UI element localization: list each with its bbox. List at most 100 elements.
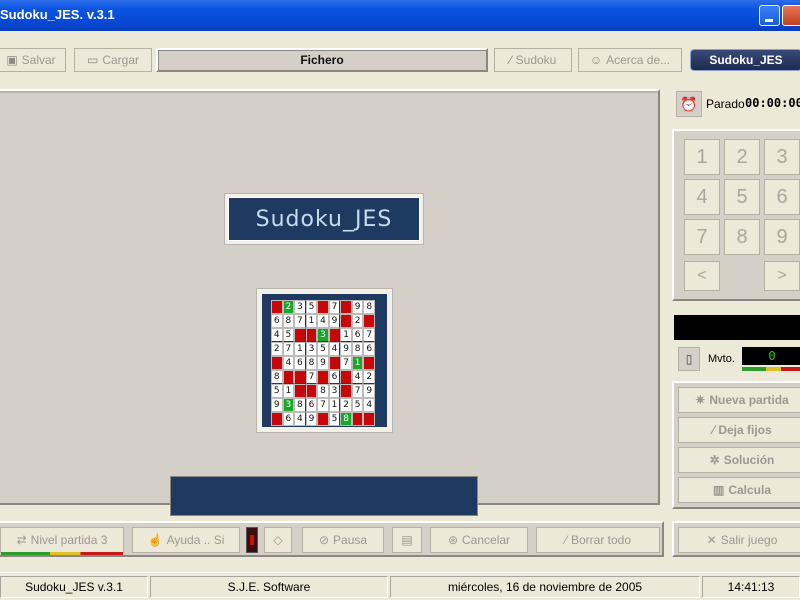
number-key-7[interactable]: 7: [684, 219, 720, 255]
arrows-icon: ⇄: [16, 533, 27, 547]
about-button[interactable]: ☺ Acerca de...: [578, 48, 682, 72]
number-key-6[interactable]: 6: [764, 179, 800, 215]
sudoku-cell: 7: [282, 342, 295, 356]
keep-fixed-label: Deja fijos: [718, 423, 772, 437]
clear-all-button[interactable]: ⁄ Borrar todo: [536, 527, 660, 553]
save-button[interactable]: ▣ Salvar: [0, 48, 66, 72]
sudoku-cell: 8: [351, 342, 364, 356]
sudoku-cell: 5: [328, 412, 341, 426]
sudoku-cell: 4: [294, 412, 306, 426]
number-key-8[interactable]: 8: [724, 219, 760, 255]
minimize-button[interactable]: [759, 5, 780, 26]
sudoku-cell: 9: [271, 398, 283, 412]
sudoku-cell: 9: [363, 384, 375, 398]
sudoku-cell: 9: [305, 412, 318, 426]
sudoku-cell: 8: [305, 356, 318, 370]
sudoku-cell: 7: [363, 328, 375, 342]
help-button[interactable]: ☝ Ayuda .. Si: [132, 527, 240, 553]
sudoku-cell: 4: [351, 370, 364, 384]
cancel-button[interactable]: ⊛ Cancelar: [430, 527, 528, 553]
print-button[interactable]: ▤: [392, 527, 422, 553]
timer-value: 00:00:00: [745, 96, 800, 110]
pause-label: Pausa: [333, 533, 368, 547]
sudoku-cell: 9: [340, 342, 352, 356]
sudoku-cell: [328, 328, 341, 342]
sudoku-cell: 5: [305, 300, 318, 314]
board-panel: Sudoku_JES 23579868714924531672713549864…: [0, 89, 660, 516]
exit-panel: ✕ Salir juego: [672, 521, 800, 557]
tag-button[interactable]: ◇: [264, 527, 292, 553]
sudoku-cell: [294, 370, 306, 384]
no-icon: ⊘: [318, 533, 330, 547]
exit-game-button[interactable]: ✕ Salir juego: [678, 527, 800, 553]
sudoku-cell: 4: [317, 314, 329, 328]
sudoku-preview-frame: 2357986871492453167271354986468971876425…: [256, 288, 393, 433]
title-bar: Sudoku_JES. v.3.1: [0, 0, 800, 31]
sudoku-cell: 5: [282, 328, 295, 342]
sudoku-cell: 3: [305, 342, 318, 356]
number-key-3[interactable]: 3: [764, 139, 800, 175]
sudoku-cell: 7: [294, 314, 306, 328]
new-game-label: Nueva partida: [709, 393, 789, 407]
number-key-2[interactable]: 2: [724, 139, 760, 175]
calculate-button[interactable]: ▥ Calcula: [678, 477, 800, 503]
sudoku-cell: 8: [340, 412, 352, 426]
number-key-1[interactable]: 1: [684, 139, 720, 175]
sudoku-cell: 8: [271, 370, 283, 384]
close-button[interactable]: [782, 5, 800, 26]
sudoku-button[interactable]: ⁄ Sudoku: [494, 48, 572, 72]
next-button[interactable]: >: [764, 261, 800, 291]
actions-panel: ✷ Nueva partida ⁄ Deja fijos ✲ Solución …: [672, 381, 800, 509]
timer-panel: ⏰ Parado 00:00:00: [672, 89, 800, 119]
status-company: S.J.E. Software: [150, 576, 388, 598]
status-date: miércoles, 16 de noviembre de 2005: [390, 576, 700, 598]
sudoku-cell: 7: [340, 356, 352, 370]
prev-button[interactable]: <: [684, 261, 720, 291]
number-key-5[interactable]: 5: [724, 179, 760, 215]
sudoku-cell: 5: [317, 342, 329, 356]
gear-icon: ✲: [709, 453, 720, 467]
number-key-9[interactable]: 9: [764, 219, 800, 255]
floppy-icon: ▣: [6, 53, 18, 67]
moves-indicator: [742, 367, 800, 371]
level-button[interactable]: ⇄ Nivel partida 3: [0, 527, 124, 555]
sudoku-preview: 2357986871492453167271354986468971876425…: [262, 294, 387, 427]
sudoku-cell: 6: [294, 356, 306, 370]
sudoku-cell: [340, 370, 352, 384]
status-app: Sudoku_JES v.3.1: [0, 576, 148, 598]
sudoku-cell: 1: [340, 328, 352, 342]
sudoku-cell: 2: [282, 300, 295, 314]
sudoku-cell: 6: [351, 328, 364, 342]
sudoku-cell: [305, 384, 318, 398]
close-x-icon: ✕: [706, 533, 717, 547]
sudoku-cell: [317, 370, 329, 384]
sudoku-cell: 4: [363, 398, 375, 412]
sudoku-cell: 6: [305, 398, 318, 412]
sudoku-cell: [363, 314, 375, 328]
sudoku-cell: [340, 300, 352, 314]
number-pad: 1 2 3 4 5 6 7 8 9 < >: [672, 129, 800, 301]
app-tab[interactable]: Sudoku_JES: [690, 49, 800, 71]
new-game-button[interactable]: ✷ Nueva partida: [678, 387, 800, 413]
cancel-label: Cancelar: [462, 533, 511, 547]
tag-icon: ◇: [273, 533, 283, 547]
app-window: ▣ Salvar ▭ Cargar Fichero ⁄ Sudoku ☺ Ace…: [0, 31, 800, 600]
sudoku-cell: 3: [317, 328, 329, 342]
timer-status: Parado: [706, 97, 745, 111]
sudoku-cell: 2: [351, 314, 364, 328]
sudoku-cell: 8: [317, 384, 329, 398]
sudoku-cell: [294, 384, 306, 398]
pause-button[interactable]: ⊘ Pausa: [302, 527, 384, 553]
alarm-clock-icon[interactable]: ⏰: [676, 91, 702, 117]
number-key-4[interactable]: 4: [684, 179, 720, 215]
sudoku-cell: 2: [271, 342, 283, 356]
level-label: Nivel partida 3: [30, 533, 108, 547]
mobile-icon[interactable]: ▯: [678, 347, 700, 371]
folder-icon: ▭: [86, 53, 99, 67]
load-button[interactable]: ▭ Cargar: [74, 48, 152, 72]
sudoku-cell: [340, 384, 352, 398]
keep-fixed-button[interactable]: ⁄ Deja fijos: [678, 417, 800, 443]
sudoku-cell: [328, 356, 341, 370]
solution-button[interactable]: ✲ Solución: [678, 447, 800, 473]
sudoku-cell: [271, 412, 283, 426]
